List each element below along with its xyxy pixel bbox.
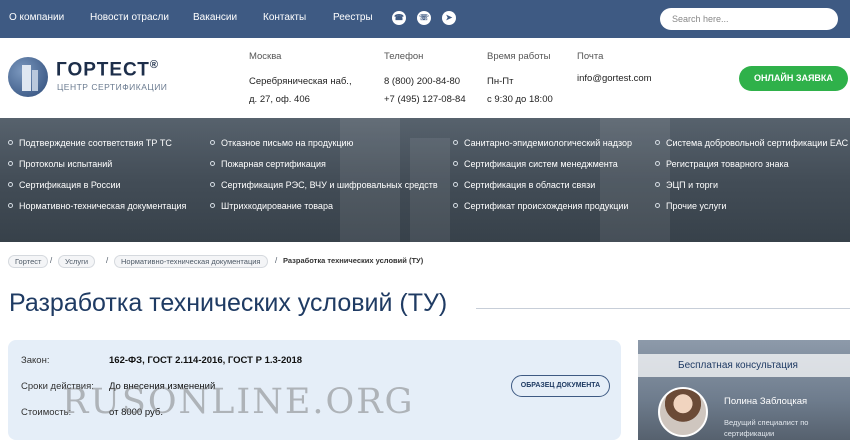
top-bar: О компании Новости отрасли Вакансии Конт… bbox=[0, 0, 850, 38]
bullet-icon bbox=[8, 140, 13, 146]
service-item[interactable]: Пожарная сертификация bbox=[210, 159, 326, 169]
service-item[interactable]: Прочие услуги bbox=[655, 201, 726, 211]
bullet-icon bbox=[453, 203, 458, 209]
consultant-role-line2: сертификации bbox=[724, 429, 775, 438]
consultant-name: Полина Заблоцкая bbox=[724, 396, 808, 407]
nav-link-about[interactable]: О компании bbox=[9, 12, 64, 23]
email-link[interactable]: info@gortest.com bbox=[577, 73, 652, 84]
bullet-icon bbox=[655, 203, 660, 209]
bullet-icon bbox=[210, 140, 215, 146]
bullet-icon bbox=[453, 140, 458, 146]
hours-days: Пн-Пт bbox=[487, 76, 514, 87]
phone-1[interactable]: 8 (800) 200-84-80 bbox=[384, 76, 460, 87]
hours-label: Время работы bbox=[487, 51, 551, 62]
telegram-icon[interactable]: ➤ bbox=[442, 11, 456, 25]
service-item[interactable]: Нормативно-техническая документация bbox=[8, 201, 186, 211]
bullet-icon bbox=[655, 140, 660, 146]
service-item[interactable]: Подтверждение соответствия ТР ТС bbox=[8, 138, 172, 148]
consultation-box: Бесплатная консультация Полина Заблоцкая… bbox=[638, 340, 850, 440]
nav-link-vacancies[interactable]: Вакансии bbox=[193, 12, 237, 23]
service-item[interactable]: Протоколы испытаний bbox=[8, 159, 112, 169]
nav-link-contacts[interactable]: Контакты bbox=[263, 12, 306, 23]
service-item[interactable]: Сертификация систем менеджмента bbox=[453, 159, 618, 169]
address-line2: д. 27, оф. 406 bbox=[249, 94, 310, 105]
service-item[interactable]: Регистрация товарного знака bbox=[655, 159, 789, 169]
bullet-icon bbox=[655, 161, 660, 167]
viber-icon[interactable]: ☏ bbox=[417, 11, 431, 25]
address-label: Москва bbox=[249, 51, 282, 62]
search-input[interactable] bbox=[660, 8, 838, 30]
services-menu: Подтверждение соответствия ТР ТС Протоко… bbox=[0, 118, 850, 242]
law-value: 162-ФЗ, ГОСТ 2.114-2016, ГОСТ Р 1.3-2018 bbox=[109, 355, 303, 366]
service-item[interactable]: Сертификация в России bbox=[8, 180, 121, 190]
bullet-icon bbox=[210, 182, 215, 188]
breadcrumb-home[interactable]: Гортест bbox=[8, 255, 49, 268]
online-request-button[interactable]: ОНЛАЙН ЗАЯВКА bbox=[739, 66, 848, 91]
page-title: Разработка технических условий (ТУ) bbox=[9, 289, 448, 317]
nav-link-news[interactable]: Новости отрасли bbox=[90, 12, 169, 23]
hours-time: с 9:30 до 18:00 bbox=[487, 94, 553, 105]
breadcrumb-current: Разработка технических условий (ТУ) bbox=[283, 256, 424, 265]
service-item[interactable]: Сертификация в области связи bbox=[453, 180, 595, 190]
phone-2[interactable]: +7 (495) 127-08-84 bbox=[384, 94, 466, 105]
consultation-heading: Бесплатная консультация bbox=[638, 354, 850, 377]
logo-name[interactable]: ГОРТЕСТ® bbox=[56, 59, 159, 81]
service-item[interactable]: Штрихкодирование товара bbox=[210, 201, 333, 211]
law-label: Закон: bbox=[21, 355, 50, 366]
bullet-icon bbox=[8, 182, 13, 188]
whatsapp-icon[interactable]: ☎ bbox=[392, 11, 406, 25]
breadcrumb-services[interactable]: Услуги bbox=[58, 255, 96, 268]
phone-label: Телефон bbox=[384, 51, 424, 62]
service-item[interactable]: Отказное письмо на продукцию bbox=[210, 138, 353, 148]
logo-icon[interactable] bbox=[8, 57, 48, 97]
bullet-icon bbox=[210, 203, 215, 209]
consultant-role-line1: Ведущий специалист по bbox=[724, 418, 809, 427]
bullet-icon bbox=[210, 161, 215, 167]
avatar bbox=[658, 387, 708, 437]
service-item[interactable]: ЭЦП и торги bbox=[655, 180, 718, 190]
bullet-icon bbox=[453, 161, 458, 167]
nav-link-registries[interactable]: Реестры bbox=[333, 12, 373, 23]
bullet-icon bbox=[8, 203, 13, 209]
breadcrumb-category[interactable]: Нормативно-техническая документация bbox=[114, 255, 268, 268]
service-item[interactable]: Сертификат происхождения продукции bbox=[453, 201, 628, 211]
bullet-icon bbox=[453, 182, 458, 188]
breadcrumb-separator: / bbox=[50, 256, 53, 265]
bullet-icon bbox=[655, 182, 660, 188]
address-line1: Серебряническая наб., bbox=[249, 76, 352, 87]
service-item[interactable]: Система добровольной сертификации ЕАС bbox=[655, 138, 848, 148]
watermark: RUSONLINE.ORG bbox=[62, 382, 415, 422]
service-item[interactable]: Санитарно-эпидемиологический надзор bbox=[453, 138, 632, 148]
background-tower bbox=[410, 138, 450, 242]
divider bbox=[476, 308, 850, 309]
sample-document-button[interactable]: ОБРАЗЕЦ ДОКУМЕНТА bbox=[511, 375, 610, 397]
mail-label: Почта bbox=[577, 51, 604, 62]
service-item[interactable]: Сертификация РЭС, ВЧУ и шифровальных сре… bbox=[210, 180, 438, 190]
logo-subtitle: ЦЕНТР СЕРТИФИКАЦИИ bbox=[57, 82, 168, 92]
breadcrumb-separator: / bbox=[275, 256, 278, 265]
bullet-icon bbox=[8, 161, 13, 167]
breadcrumb-separator: / bbox=[106, 256, 109, 265]
